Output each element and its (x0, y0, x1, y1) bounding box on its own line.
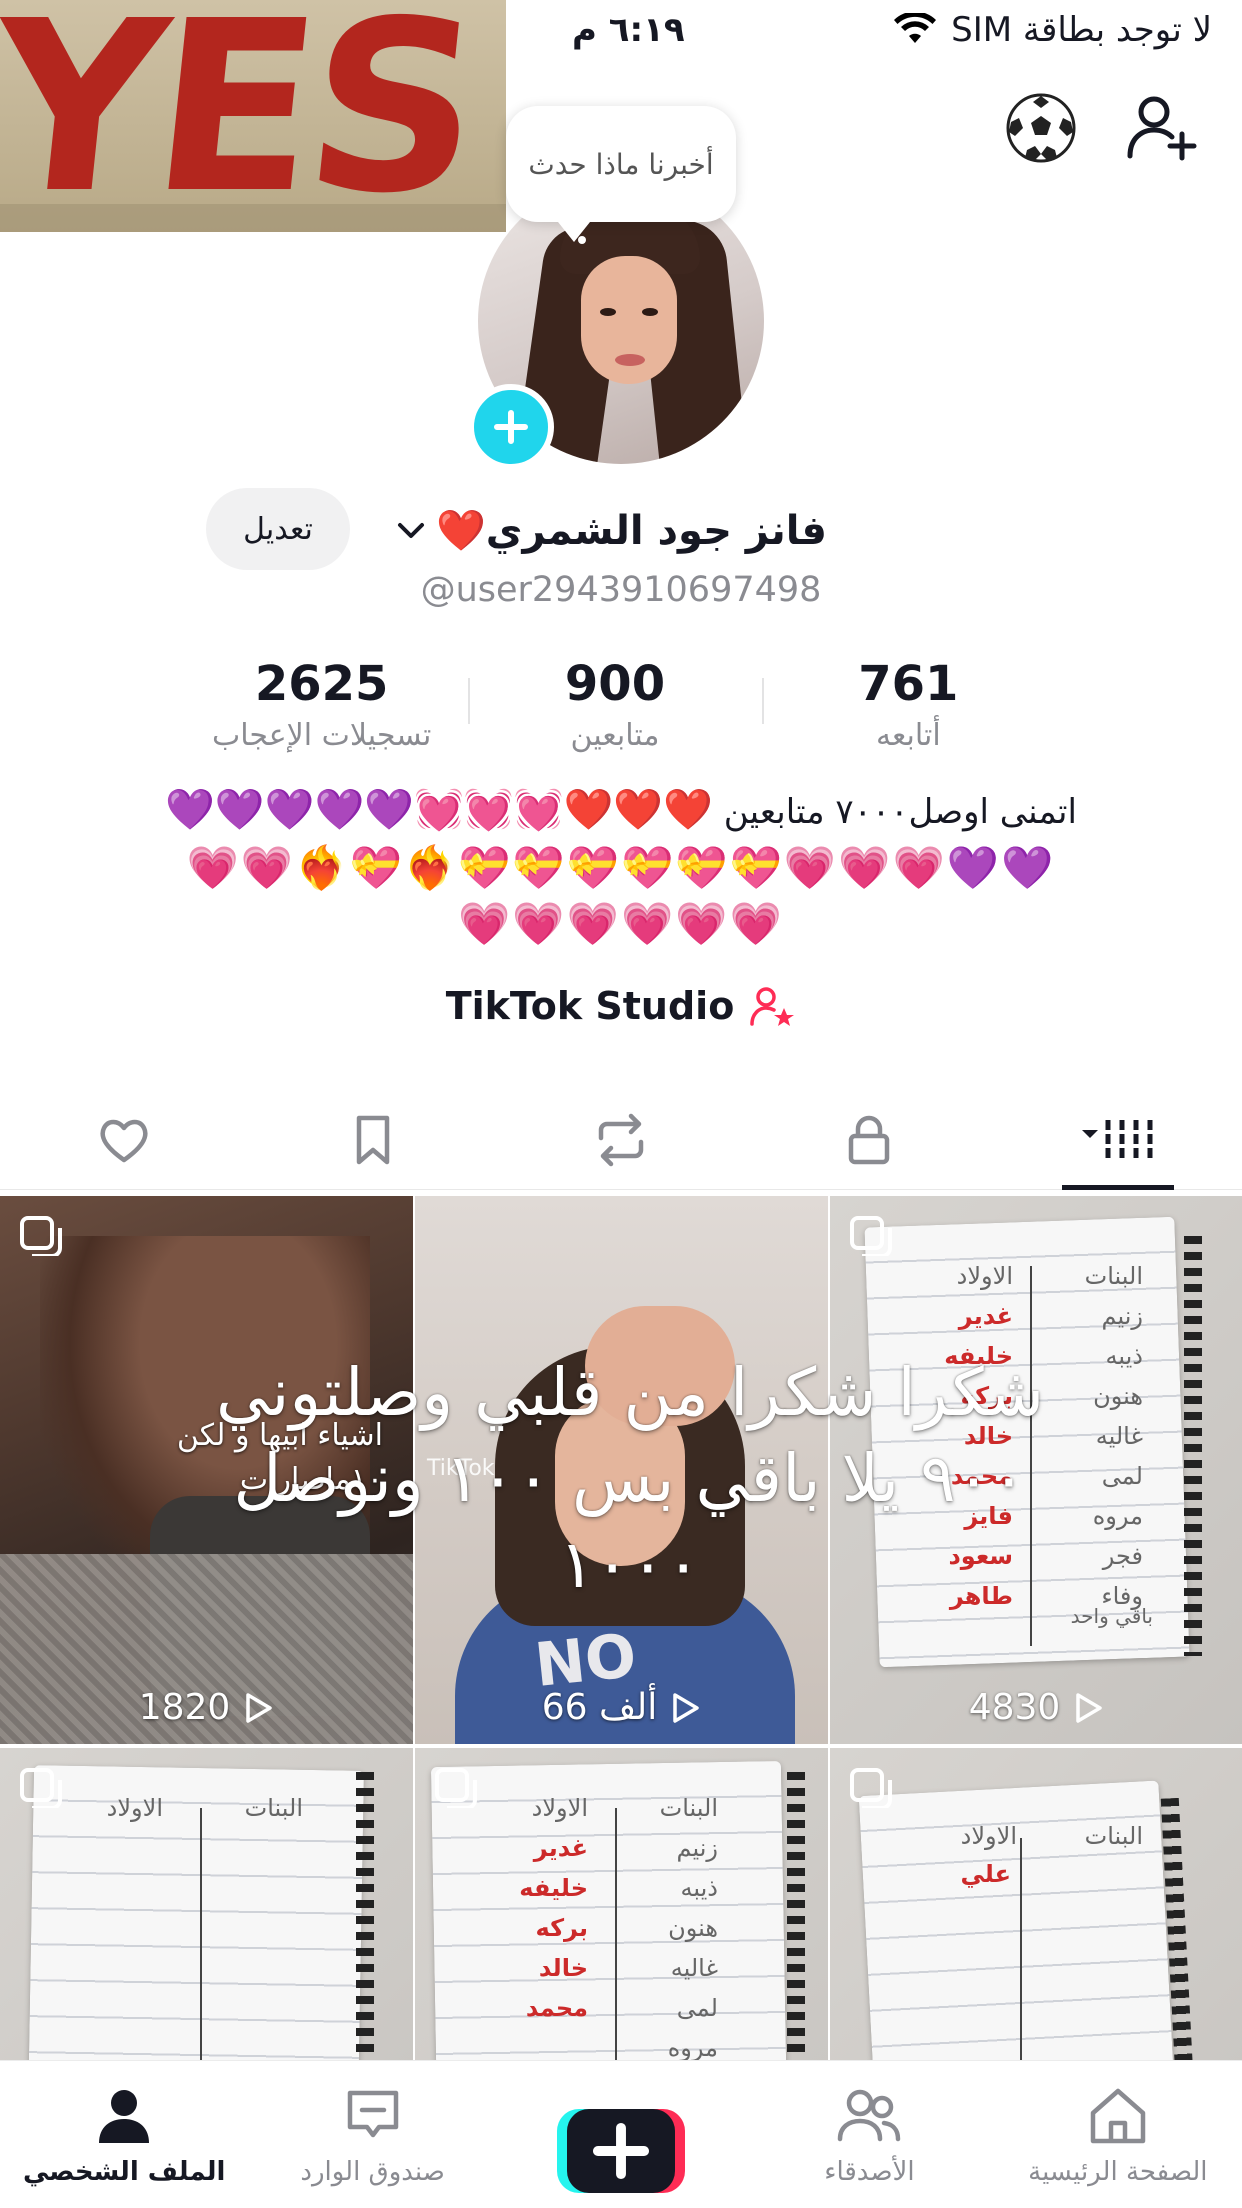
tab-videos[interactable] (994, 1090, 1242, 1190)
view-count: 66 ألف (415, 1687, 828, 1728)
nav-profile[interactable]: الملف الشخصي (0, 2061, 248, 2208)
multi-photo-icon (850, 1768, 892, 1808)
multi-photo-icon (20, 1216, 62, 1256)
nav-inbox-label: صندوق الوارد (300, 2157, 445, 2187)
bio-text: اتمنى اوصل٧٠٠٠ متابعين (723, 792, 1077, 832)
profile-stats: 2625 تسجيلات الإعجاب 900 متابعين 761 أتا… (175, 652, 1055, 762)
play-icon (246, 1692, 273, 1723)
play-icon (1076, 1692, 1103, 1723)
nav-friends-label: الأصدقاء (824, 2157, 915, 2187)
stat-likes-value: 2625 (254, 656, 389, 712)
multi-photo-icon (20, 1768, 62, 1808)
friends-icon (838, 2089, 901, 2142)
profile-icon (99, 2090, 150, 2143)
stat-following-value: 761 (858, 656, 959, 712)
multi-photo-icon (435, 1768, 477, 1808)
bubble-tail (558, 222, 590, 244)
play-icon (673, 1692, 699, 1723)
bottom-navigation: الملف الشخصي صندوق الوارد الأصدقاء الصفح… (0, 2060, 1242, 2208)
creator-star-icon (750, 987, 795, 1026)
nav-inbox[interactable]: صندوق الوارد (248, 2061, 496, 2208)
sticker-paper-edge (0, 204, 506, 232)
bio-emoji-3: 💗💗💗💗💗💗 (458, 899, 784, 948)
status-bubble[interactable]: أخبرنا ماذا حدث (506, 106, 736, 222)
status-time: ٦:١٩ م (572, 10, 685, 50)
lock-icon (849, 1115, 890, 1165)
soccer-ball-icon[interactable] (1005, 92, 1077, 164)
profile-bio: اتمنى اوصل٧٠٠٠ متابعين ❤️❤️❤️💓💓💓💜💜💜💜💜 💜💜… (130, 782, 1112, 952)
inbox-icon (347, 2090, 398, 2138)
notebook-boys-header: الاولاد (106, 1794, 163, 1822)
display-name-switcher[interactable]: فانز جود الشمري❤️ (394, 494, 864, 566)
nav-friends[interactable]: الأصدقاء (745, 2061, 993, 2208)
bio-line-1: اتمنى اوصل٧٠٠٠ متابعين ❤️❤️❤️💓💓💓💜💜💜💜💜 (130, 782, 1112, 840)
video-grid: اشياء ابيها و لكن ١٠ماصارات 1820 NO TikT… (0, 1196, 1242, 2208)
view-count-value: 66 ألف (541, 1687, 658, 1728)
cover-sticker: YES ! (0, 0, 506, 232)
plus-icon (494, 410, 528, 444)
view-count-value: 4830 (968, 1687, 1061, 1728)
nav-create[interactable] (497, 2061, 745, 2208)
create-button[interactable] (557, 2109, 686, 2193)
tiktok-studio-label: TikTok Studio (445, 984, 735, 1028)
nav-profile-label: الملف الشخصي (22, 2157, 226, 2187)
edit-profile-button[interactable]: تعديل (206, 488, 350, 570)
bio-emoji-1: ❤️❤️❤️💓💓💓💜💜💜💜💜 (165, 787, 713, 833)
stat-followers-label: متابعين (570, 718, 660, 753)
home-icon (1090, 2088, 1146, 2144)
nav-home[interactable]: الصفحة الرئيسية (994, 2061, 1242, 2208)
carrier-label: لا توجد بطاقة SIM (951, 10, 1212, 50)
notebook-girls-header: البنات (244, 1794, 303, 1822)
view-count: 4830 (830, 1687, 1242, 1728)
bio-emoji-2: 💜💜💗💗💗💝💝💝💝💝💝❤️‍🔥💝❤️‍🔥💗💗 (186, 843, 1056, 892)
tiktok-studio-link[interactable]: TikTok Studio (0, 982, 1242, 1030)
repost-icon (598, 1113, 644, 1167)
stat-following[interactable]: 761 أتابعه (761, 652, 1055, 762)
tab-liked[interactable] (0, 1090, 248, 1190)
notebook-single-boy: علي (960, 1860, 1011, 1888)
overlay-caption: شكرا شكرا من قلبي وصلتوني ٩٠٠ يلا باقي ب… (216, 1354, 1044, 1603)
stat-following-label: أتابعه (875, 718, 941, 753)
avatar-add-button[interactable] (468, 384, 554, 470)
create-plus-icon (592, 2122, 650, 2180)
nav-home-label: الصفحة الرئيسية (1028, 2157, 1208, 2187)
chevron-down-icon (398, 523, 424, 538)
stat-likes-label: تسجيلات الإعجاب (212, 718, 432, 753)
heart-icon (100, 1119, 148, 1163)
content-tabs (0, 1090, 1242, 1190)
notebook-girls-column: البنات زنيم ذيبه هنون غاليه لمى مروه فجر وفا… (1084, 1262, 1143, 1610)
view-count-value: 1820 (138, 1687, 231, 1728)
add-friend-icon[interactable] (1124, 90, 1200, 166)
notebook-girls-column: البنات زنيم ذيبه هنون غاليه لمى مروه (659, 1794, 718, 2062)
notebook-girls-header: البنات (1084, 1822, 1143, 1850)
notebook-boys-header: الاولاد (960, 1822, 1017, 1850)
status-bubble-text: أخبرنا ماذا حدث (528, 147, 714, 181)
username: @user2943910697498 (420, 570, 822, 610)
view-count: 1820 (0, 1687, 413, 1728)
stat-followers[interactable]: 900 متابعين (468, 652, 761, 762)
notebook-boys-column: الاولاد غدير خليفه بركه خالد محمد (519, 1794, 588, 2022)
stat-likes[interactable]: 2625 تسجيلات الإعجاب (175, 652, 468, 762)
wifi-icon (894, 13, 937, 43)
grid-icon (1081, 1120, 1153, 1160)
tab-favorites[interactable] (248, 1090, 496, 1190)
stat-followers-value: 900 (564, 656, 666, 712)
cover-sticker-text: YES ! (0, 0, 485, 232)
notebook-footer: باقي واحد (1070, 1604, 1153, 1628)
display-name: فانز جود الشمري❤️ (436, 507, 827, 554)
tab-private[interactable] (745, 1090, 993, 1190)
tab-reposts[interactable] (497, 1090, 745, 1190)
multi-photo-icon (850, 1216, 892, 1256)
status-carrier: لا توجد بطاقة SIM (893, 10, 1212, 50)
bookmark-icon (356, 1115, 389, 1165)
